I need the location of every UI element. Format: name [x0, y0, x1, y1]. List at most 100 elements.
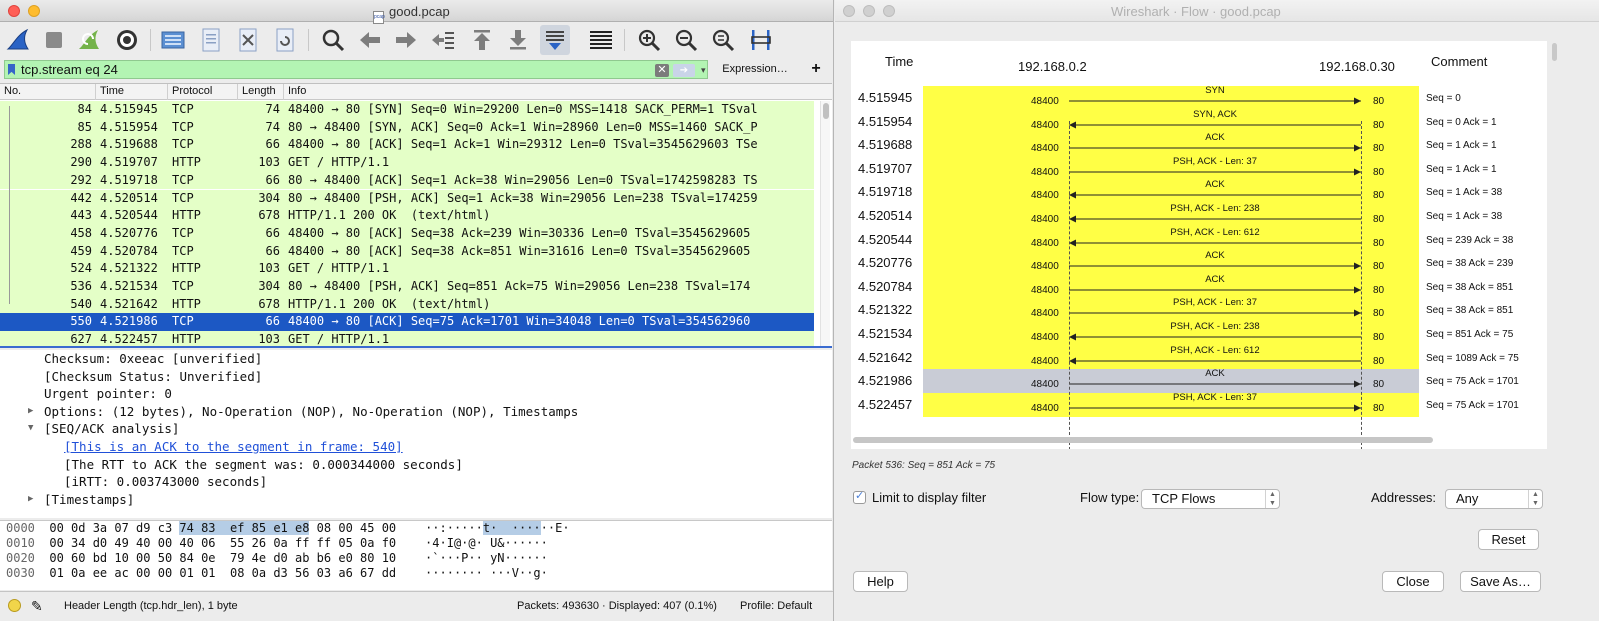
first-packet-button[interactable] — [467, 25, 497, 55]
zoom-reset-button[interactable] — [708, 25, 738, 55]
packet-row[interactable]: 290 4.519707 HTTP 103 GET / HTTP/1.1 — [0, 154, 814, 172]
clear-filter-icon[interactable]: ✕ — [655, 64, 669, 77]
detail-row[interactable]: [The RTT to ACK the segment was: 0.00034… — [64, 456, 463, 474]
help-button[interactable]: Help — [853, 571, 908, 592]
flow-type-select[interactable]: TCP Flows ▲ ▼ — [1141, 489, 1280, 509]
display-filter-input[interactable]: tcp.stream eq 24 ✕ ➔ ▾ — [4, 60, 708, 79]
hex-row[interactable]: 0000 00 0d 3a 07 d9 c3 74 83 ef 85 e1 e8… — [6, 521, 570, 536]
filter-history-chevron-icon[interactable]: ▾ — [701, 62, 706, 79]
select-arrows-icon: ▲ ▼ — [1265, 490, 1279, 508]
edit-comment-icon[interactable]: ✎ — [31, 598, 43, 615]
detail-link-row[interactable]: [This is an ACK to the segment in frame:… — [64, 438, 403, 456]
detail-row[interactable]: Checksum: 0xeeac [unverified] — [44, 350, 262, 368]
autoscroll-button[interactable] — [540, 25, 570, 55]
hex-row[interactable]: 0030 01 0a ee ac 00 00 01 01 08 0a d3 56… — [6, 566, 548, 581]
close-window-button[interactable] — [8, 5, 20, 17]
arrow-right-icon — [1069, 286, 1361, 294]
expanded-triangle-icon[interactable]: ▼ — [28, 420, 33, 438]
packet-row[interactable]: 85 4.515954 TCP 74 80 → 48400 [SYN, ACK] Seq… — [0, 118, 814, 137]
packet-cell-time: 4.520776 — [100, 225, 158, 240]
packet-row[interactable]: 540 4.521642 HTTP 678 HTTP/1.1 200 OK (text/… — [0, 295, 814, 314]
packet-row[interactable]: 292 4.519718 TCP 66 80 → 48400 [ACK] Seq=1 A… — [0, 171, 814, 190]
close-window-button[interactable] — [843, 5, 855, 17]
collapsed-triangle-icon[interactable]: ▶ — [28, 491, 33, 509]
packet-bytes: 0000 00 0d 3a 07 d9 c3 74 83 ef 85 e1 e8… — [0, 520, 832, 590]
collapsed-triangle-icon[interactable]: ▶ — [28, 403, 33, 421]
bookmark-icon[interactable] — [8, 64, 15, 75]
flow-left-port: 48400 — [1031, 190, 1059, 202]
stop-capture-button[interactable] — [39, 25, 69, 55]
packet-cell-proto: TCP — [172, 314, 194, 329]
minimize-window-button[interactable] — [28, 5, 40, 17]
packet-row[interactable]: 443 4.520544 HTTP 678 HTTP/1.1 200 OK (text/… — [0, 207, 814, 225]
packet-cell-len: 66 — [265, 225, 280, 240]
packet-cell-no: 458 — [70, 225, 92, 240]
packet-row[interactable]: 84 4.515945 TCP 74 48400 → 80 [SYN] Seq=0 Wi… — [0, 101, 814, 119]
go-to-packet-button[interactable] — [428, 25, 458, 55]
status-profile[interactable]: Profile: Default — [740, 600, 812, 612]
packet-row[interactable]: 442 4.520514 TCP 304 80 → 48400 [PSH, ACK] S… — [0, 189, 814, 208]
scrollbar-thumb[interactable] — [823, 103, 829, 119]
zoom-out-button[interactable] — [671, 25, 701, 55]
limit-to-filter-checkbox[interactable]: Limit to display filter — [853, 489, 986, 505]
close-file-button[interactable] — [233, 25, 263, 55]
open-file-button[interactable] — [158, 25, 188, 55]
column-header-no[interactable]: No. — [4, 85, 21, 97]
resize-columns-button[interactable] — [746, 25, 776, 55]
go-forward-button[interactable] — [391, 25, 421, 55]
hex-row[interactable]: 0020 00 60 bd 10 00 50 84 0e 79 4e d0 ab… — [6, 551, 548, 566]
packet-row-selected[interactable]: 550 4.521986 TCP 66 48400 → 80 [ACK] Seq=75 … — [0, 313, 814, 332]
expert-info-icon[interactable] — [8, 599, 21, 612]
colorize-button[interactable] — [586, 25, 616, 55]
hex-bytes: 00 0d 3a 07 d9 c3 — [49, 521, 180, 535]
minimize-window-button[interactable] — [863, 5, 875, 17]
detail-row[interactable]: ▼ [SEQ/ACK analysis] — [28, 420, 179, 438]
detail-row[interactable]: [iRTT: 0.003743000 seconds] — [64, 473, 267, 491]
column-header-info[interactable]: Info — [288, 85, 306, 97]
packet-row[interactable]: 288 4.519688 TCP 66 48400 → 80 [ACK] Seq=1 A… — [0, 136, 814, 155]
reload-file-button[interactable] — [270, 25, 300, 55]
checkbox-checked-icon[interactable] — [853, 489, 866, 504]
restart-capture-button[interactable] — [74, 25, 104, 55]
go-back-button[interactable] — [355, 25, 385, 55]
packet-row[interactable]: 524 4.521322 HTTP 103 GET / HTTP/1.1 — [0, 260, 814, 278]
column-header-length[interactable]: Length — [242, 85, 276, 97]
save-as-button[interactable]: Save As… — [1460, 571, 1541, 592]
addresses-select[interactable]: Any ▲ ▼ — [1445, 489, 1543, 509]
detail-row[interactable]: [Checksum Status: Unverified] — [44, 368, 262, 386]
column-header-protocol[interactable]: Protocol — [172, 85, 212, 97]
flow-graph[interactable]: Time 192.168.0.2 192.168.0.30 Comment 4.… — [851, 41, 1547, 449]
packet-cell-len: 103 — [258, 332, 280, 347]
zoom-in-button[interactable] — [634, 25, 664, 55]
detail-row[interactable]: ▶ [Timestamps] — [28, 491, 134, 509]
packet-row[interactable]: 458 4.520776 TCP 66 48400 → 80 [ACK] Seq=38 … — [0, 224, 814, 243]
reset-button[interactable]: Reset — [1478, 529, 1539, 550]
detail-row[interactable]: ▶ Options: (12 bytes), No-Operation (NOP)… — [28, 403, 578, 421]
flow-vertical-scrollbar[interactable] — [1549, 43, 1559, 448]
save-file-button[interactable] — [196, 25, 226, 55]
packet-cell-info: HTTP/1.1 200 OK (text/html) — [288, 296, 491, 311]
flow-left-port: 48400 — [1031, 237, 1059, 249]
packet-row[interactable]: 459 4.520784 TCP 66 48400 → 80 [ACK] Seq=38 … — [0, 242, 814, 261]
column-header-time[interactable]: Time — [100, 85, 124, 97]
apply-filter-icon[interactable]: ➔ — [673, 64, 695, 77]
hex-row[interactable]: 0010 00 34 d0 49 40 00 40 06 55 26 0a ff… — [6, 536, 548, 551]
packet-row[interactable]: 536 4.521534 TCP 304 80 → 48400 [PSH, ACK] S… — [0, 278, 814, 296]
flow-header-host-b: 192.168.0.30 — [1319, 59, 1395, 74]
flow-comment: Seq = 38 Ack = 239 — [1426, 258, 1514, 270]
detail-row[interactable]: Urgent pointer: 0 — [44, 385, 172, 403]
capture-options-button[interactable] — [112, 25, 142, 55]
expression-button[interactable]: Expression… — [714, 60, 796, 79]
add-filter-button[interactable]: + — [806, 59, 826, 79]
scrollbar-thumb[interactable] — [1552, 43, 1557, 61]
zoom-window-button[interactable] — [883, 5, 895, 17]
last-packet-button[interactable] — [503, 25, 533, 55]
find-packet-button[interactable] — [318, 25, 348, 55]
packet-list-scrollbar[interactable] — [820, 101, 830, 346]
flow-horizontal-scrollbar[interactable] — [853, 437, 1433, 443]
flow-right-port: 80 — [1373, 119, 1385, 131]
close-button[interactable]: Close — [1382, 571, 1444, 592]
start-capture-button[interactable] — [3, 25, 33, 55]
packet-row[interactable]: 627 4.522457 HTTP 103 GET / HTTP/1.1 — [0, 331, 814, 347]
arrow-right-icon — [396, 32, 416, 48]
